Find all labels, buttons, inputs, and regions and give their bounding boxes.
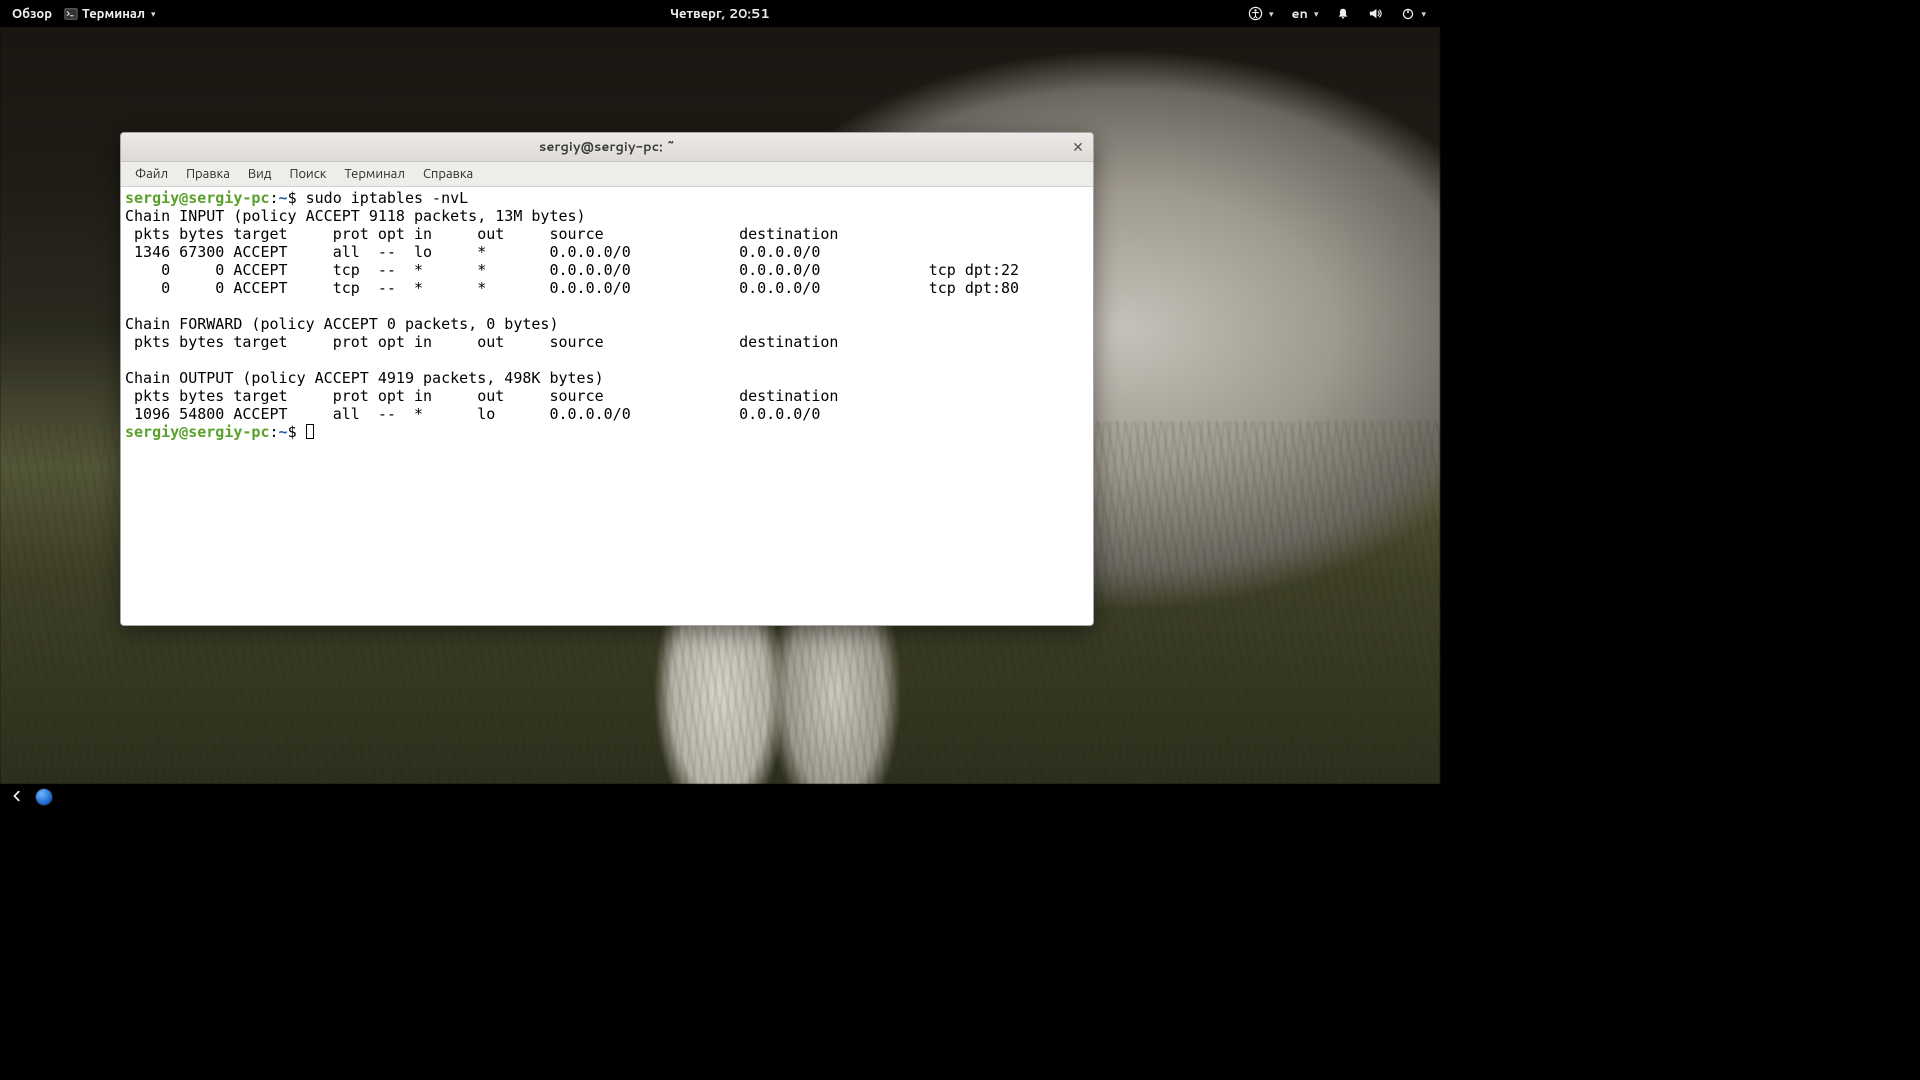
menu-help[interactable]: Справка — [415, 163, 481, 185]
cursor — [306, 424, 314, 439]
prompt-sign: $ — [288, 423, 297, 441]
prompt-sign: $ — [288, 189, 297, 207]
close-button[interactable]: ✕ — [1069, 138, 1087, 156]
close-icon: ✕ — [1072, 140, 1084, 154]
prompt-sep: : — [270, 423, 279, 441]
chevron-down-icon: ▾ — [1419, 7, 1426, 20]
menu-search[interactable]: Поиск — [281, 163, 334, 185]
menu-file[interactable]: Файл — [127, 163, 176, 185]
output-line: pkts bytes target prot opt in out source… — [125, 333, 838, 351]
menu-view[interactable]: Вид — [240, 163, 280, 185]
chevron-down-icon: ▾ — [1267, 7, 1274, 20]
output-line: 1096 54800 ACCEPT all -- * lo 0.0.0.0/0 … — [125, 405, 820, 423]
chevron-down-icon: ▾ — [1312, 7, 1319, 20]
output-line: 0 0 ACCEPT tcp -- * * 0.0.0.0/0 0.0.0.0/… — [125, 279, 1019, 297]
terminal-menubar: Файл Правка Вид Поиск Терминал Справка — [121, 162, 1093, 187]
menu-edit[interactable]: Правка — [178, 163, 238, 185]
prompt-path: ~ — [279, 423, 288, 441]
accessibility-menu[interactable]: ▾ — [1244, 6, 1278, 21]
prompt-user: sergiy@sergiy-pc — [125, 189, 270, 207]
chromium-launcher-icon[interactable] — [36, 789, 52, 805]
terminal-viewport[interactable]: sergiy@sergiy-pc:~$ sudo iptables -nvL C… — [121, 187, 1093, 625]
prompt-line: sergiy@sergiy-pc:~$ — [125, 189, 297, 207]
back-button[interactable] — [10, 787, 24, 808]
prompt-path: ~ — [279, 189, 288, 207]
keyboard-layout-label: en — [1291, 5, 1307, 23]
typed-command: sudo iptables -nvL — [306, 189, 469, 207]
volume-icon[interactable] — [1364, 6, 1387, 21]
terminal-icon — [64, 7, 78, 21]
clock[interactable]: Четверг, 20:51 — [666, 5, 773, 23]
output-line: Chain OUTPUT (policy ACCEPT 4919 packets… — [125, 369, 604, 387]
prompt-user: sergiy@sergiy-pc — [125, 423, 270, 441]
output-line: pkts bytes target prot opt in out source… — [125, 387, 838, 405]
output-line: 1346 67300 ACCEPT all -- lo * 0.0.0.0/0 … — [125, 243, 820, 261]
window-title: sergiy@sergiy-pc: ~ — [539, 138, 675, 156]
power-menu[interactable]: ▾ — [1397, 7, 1430, 21]
output-line: 0 0 ACCEPT tcp -- * * 0.0.0.0/0 0.0.0.0/… — [125, 261, 1019, 279]
current-app-menu[interactable]: Терминал ▾ — [60, 5, 160, 23]
current-app-label: Терминал — [82, 5, 145, 23]
chevron-down-icon: ▾ — [149, 7, 156, 20]
bottom-bar — [0, 784, 1440, 810]
gnome-top-bar: Обзор Терминал ▾ Четверг, 20:51 ▾ en ▾ ▾ — [0, 0, 1440, 27]
prompt-line: sergiy@sergiy-pc:~$ — [125, 423, 297, 441]
output-line: Chain INPUT (policy ACCEPT 9118 packets,… — [125, 207, 586, 225]
output-line: Chain FORWARD (policy ACCEPT 0 packets, … — [125, 315, 558, 333]
activities-button[interactable]: Обзор — [8, 5, 56, 23]
output-line: pkts bytes target prot opt in out source… — [125, 225, 838, 243]
terminal-window: sergiy@sergiy-pc: ~ ✕ Файл Правка Вид По… — [120, 132, 1094, 626]
menu-terminal[interactable]: Терминал — [336, 163, 412, 185]
prompt-sep: : — [270, 189, 279, 207]
window-titlebar[interactable]: sergiy@sergiy-pc: ~ ✕ — [121, 133, 1093, 162]
notifications-icon[interactable] — [1332, 7, 1354, 21]
keyboard-layout-menu[interactable]: en ▾ — [1287, 5, 1322, 23]
